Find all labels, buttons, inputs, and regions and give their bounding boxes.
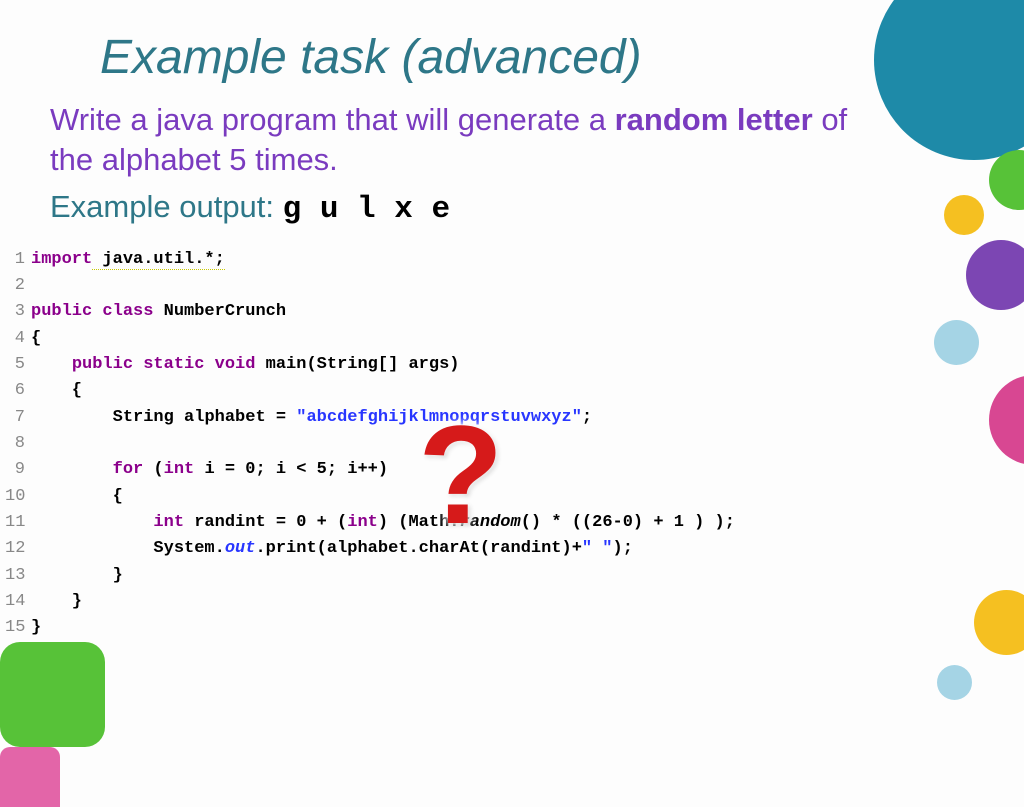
line-number: 7 [5,405,31,431]
line-number: 3 [5,299,31,325]
code-text: System. [153,539,224,558]
line-number: 12 [5,536,31,562]
output-label: Example output: [50,189,283,224]
code-text: randint = 0 + ( [184,513,347,532]
line-number: 14 [5,589,31,615]
prompt-pre: Write a java program that will generate … [50,102,615,137]
code-text: java.util.*; [92,250,225,270]
field: out [225,539,256,558]
task-prompt: Write a java program that will generate … [0,95,1024,181]
code-text: } [31,563,123,589]
keyword: int [153,513,184,532]
question-mark-icon: ? [418,405,504,545]
code-text: i = 0; i < 5; i++) [194,460,388,479]
line-number: 11 [5,510,31,536]
code-text: } [31,589,82,615]
code-text [31,408,113,427]
line-number: 5 [5,352,31,378]
decorative-shape [0,747,60,807]
code-text [31,513,153,532]
slide-title: Example task (advanced) [0,0,1024,95]
code-text: main(String[] args) [255,355,459,374]
keyword: public class [31,302,164,321]
keyword: for [113,460,144,479]
line-number: 6 [5,378,31,404]
keyword: public static void [72,355,256,374]
code-text: { [31,326,41,352]
line-number: 8 [5,431,31,457]
decorative-shape [0,642,105,747]
line-number: 9 [5,457,31,483]
decorative-circle [934,320,979,365]
code-text [31,460,113,479]
code-text: () * ((26-0) + 1 ) ); [521,513,735,532]
decorative-circle [974,590,1024,655]
line-number: 10 [5,484,31,510]
line-number: 4 [5,326,31,352]
code-text: { [31,378,82,404]
code-text [31,539,153,558]
code-text: ( [143,460,163,479]
string-literal: " " [582,539,613,558]
keyword: int [347,513,378,532]
line-number: 15 [5,615,31,641]
line-number: 1 [5,247,31,273]
code-block: 1import java.util.*; 2 3public class Num… [0,247,1024,642]
output-value: g u l x e [283,192,450,227]
keyword: import [31,250,92,269]
classname: NumberCrunch [164,302,286,321]
decorative-circle [937,665,972,700]
keyword: int [164,460,195,479]
line-number: 13 [5,563,31,589]
code-text: ); [613,539,633,558]
code-text [31,355,72,374]
code-text: ; [582,408,592,427]
code-text: } [31,615,41,641]
example-output: Example output: g u l x e [0,181,1024,227]
prompt-bold: random letter [615,102,813,137]
line-number: 2 [5,273,31,299]
decorative-circle [944,195,984,235]
code-text: String alphabet = [113,408,297,427]
code-text: { [31,484,123,510]
